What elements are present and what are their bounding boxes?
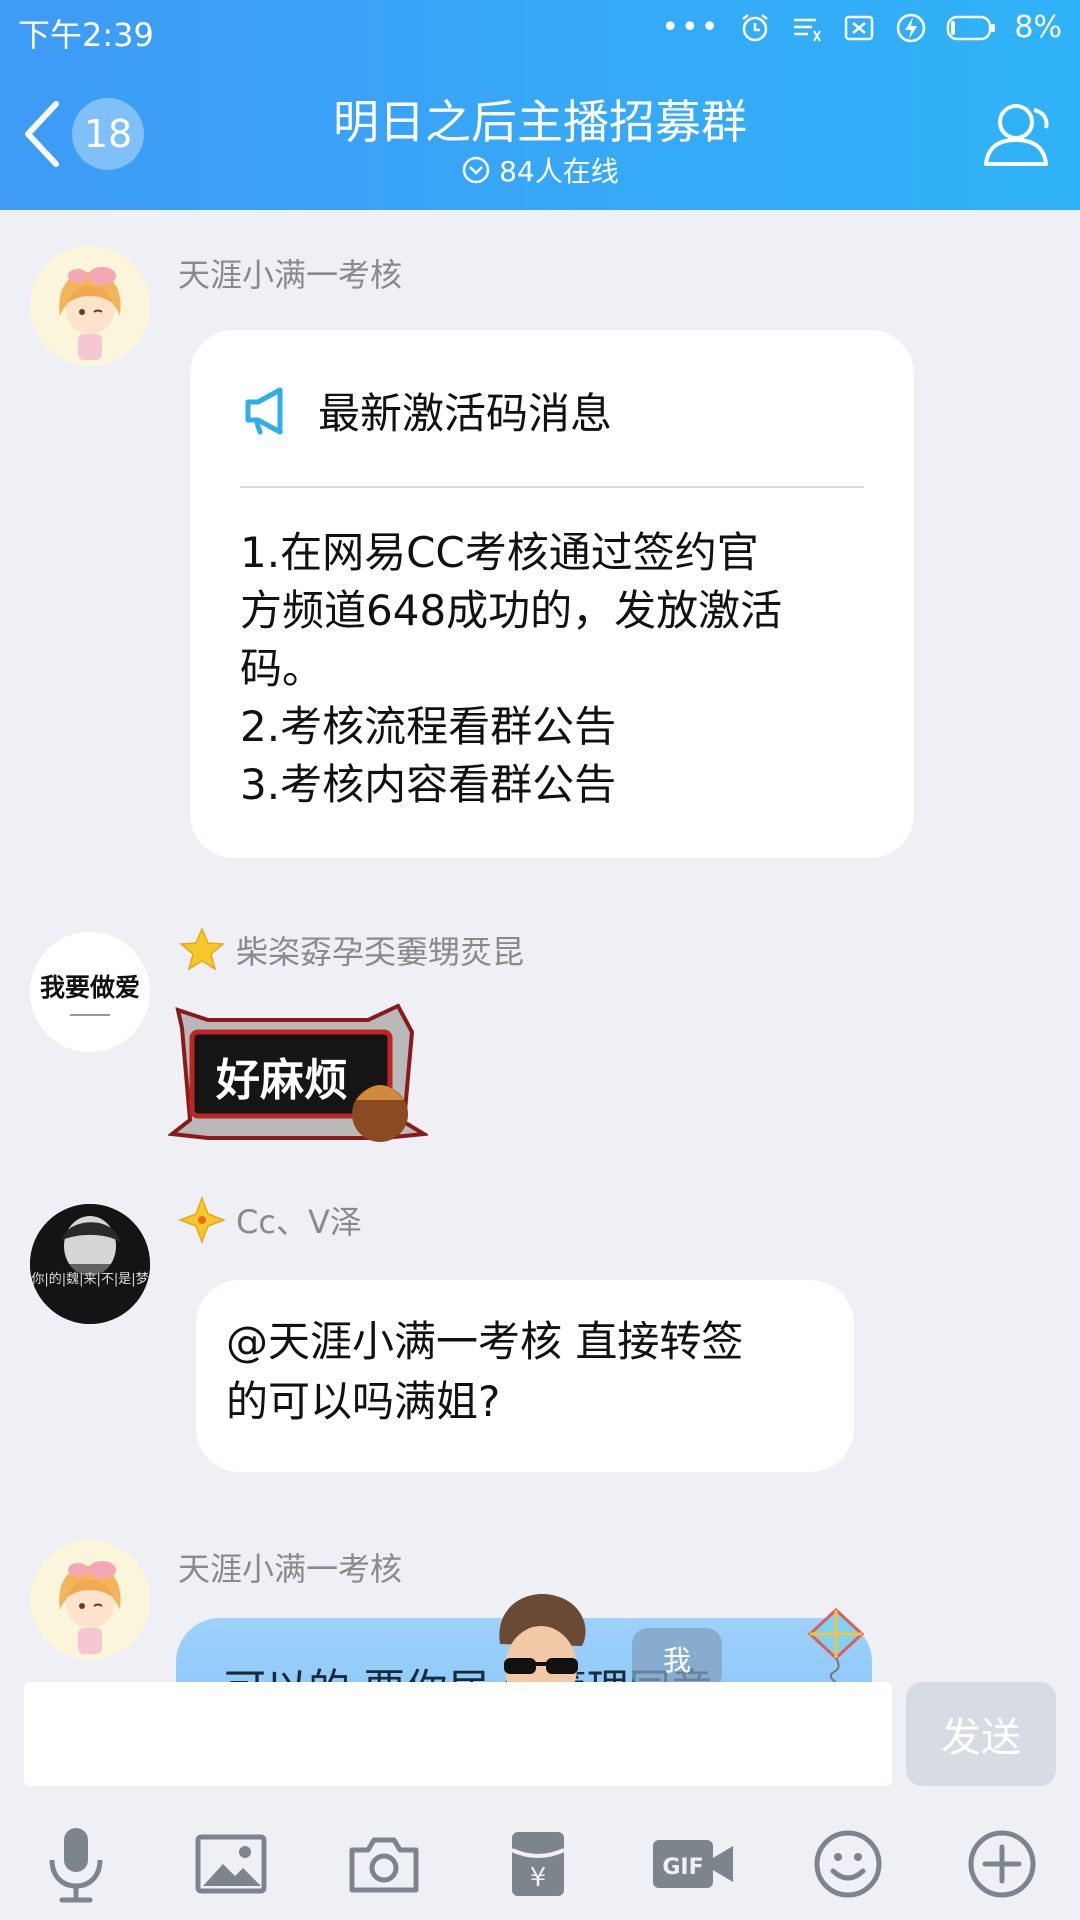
charging-icon: [897, 13, 926, 42]
sender-name-text: 柴栥孬孕奀嫑甥烎昆: [236, 933, 525, 971]
sender-name: 天涯小满一考核: [178, 250, 402, 296]
sender-name: 天涯小满一考核: [178, 1544, 402, 1590]
input-toolbar: ¥ GIF: [0, 1822, 1080, 1912]
online-count: 84人在线: [499, 155, 619, 188]
chat-header: 下午2:39 ••• 8% 18 明日之后主播招募群 84人在线: [0, 0, 1080, 210]
megaphone-icon: [245, 387, 283, 434]
message-input[interactable]: [24, 1682, 892, 1786]
girl-avatar-image: [30, 246, 150, 366]
red-packet-icon: ¥: [511, 1832, 565, 1896]
send-button[interactable]: 发送: [906, 1682, 1056, 1786]
sender-name-text: 天涯小满一考核: [178, 1550, 403, 1588]
avatar-text: 你|的|魏|来|不|是|梦: [31, 1272, 149, 1287]
sim-off-icon: [845, 15, 874, 40]
status-time: 下午2:39: [18, 16, 154, 54]
status-icons: ••• 8%: [661, 10, 1062, 45]
message-text: @天涯小满一考核 直接转签 的可以吗满姐?: [226, 1317, 744, 1426]
avatar[interactable]: 你|的|魏|来|不|是|梦: [30, 1204, 150, 1324]
avatar[interactable]: [30, 1540, 150, 1660]
sticker-image[interactable]: 好麻烦: [166, 990, 431, 1150]
diamond-badge-icon: [178, 1196, 226, 1244]
notice-bubble[interactable]: 最新激活码消息 1.在网易CC考核通过签约官 方频道648成功的，发放激活 码。…: [190, 330, 914, 858]
emoji-icon: [814, 1830, 882, 1898]
chevron-down-icon: [462, 156, 490, 184]
avatar-text: 我要做爱: [39, 973, 140, 1002]
more-button[interactable]: [960, 1822, 1044, 1906]
sender-name-text: 天涯小满一考核: [178, 256, 403, 294]
emoji-button[interactable]: [806, 1822, 890, 1906]
input-area: 发送 ¥ GIF: [0, 1682, 1080, 1920]
star-badge-icon: [179, 927, 225, 971]
red-packet-button[interactable]: ¥: [496, 1822, 580, 1906]
battery-icon: [947, 15, 996, 40]
sender-name-text: Cc、V泽: [236, 1203, 362, 1241]
battery-percent: 8%: [1014, 10, 1062, 45]
sender-name: Cc、V泽: [178, 1196, 362, 1244]
boy-avatar-image: [30, 1204, 150, 1324]
notice-header: 最新激活码消息: [242, 380, 612, 441]
sticker-text: 好麻烦: [216, 1055, 348, 1106]
alarm-icon: [742, 13, 769, 41]
camera-button[interactable]: [342, 1822, 426, 1906]
message-bubble[interactable]: @天涯小满一考核 直接转签 的可以吗满姐?: [196, 1280, 854, 1472]
notice-divider: [240, 486, 864, 488]
avatar[interactable]: 我要做爱: [30, 932, 150, 1052]
photo-button[interactable]: [189, 1822, 273, 1906]
girl-avatar-image: [30, 1540, 150, 1660]
more-notifications-icon: •••: [661, 10, 721, 45]
svg-text:GIF: GIF: [662, 1855, 703, 1880]
gif-button[interactable]: GIF: [648, 1822, 738, 1906]
microphone-icon: [49, 1828, 103, 1903]
voice-button[interactable]: [34, 1822, 118, 1906]
image-icon: [195, 1834, 267, 1894]
me-badge: 我: [632, 1628, 722, 1682]
svg-text:¥: ¥: [530, 1863, 547, 1893]
kite-decoration-icon: [807, 1608, 865, 1682]
group-members-icon[interactable]: [976, 98, 1056, 170]
bubble-decoration-cartoon: [499, 1594, 586, 1682]
sender-name: 柴栥孬孕奀嫑甥烎昆: [178, 926, 524, 974]
plus-icon: [968, 1830, 1036, 1898]
avatar-divider: [70, 1014, 110, 1016]
group-title: 明日之后主播招募群: [333, 95, 747, 149]
notice-title: 最新激活码消息: [318, 389, 613, 438]
data-saver-icon: [794, 18, 822, 42]
avatar[interactable]: [30, 246, 150, 366]
chat-message-list[interactable]: 天涯小满一考核 最新激活码消息 1.在网易CC考核通过签约官 方频道648成功的…: [0, 210, 1080, 1682]
online-status[interactable]: 84人在线: [0, 150, 1080, 190]
gif-icon: GIF: [653, 1840, 733, 1888]
status-bar: 下午2:39 ••• 8%: [0, 0, 1080, 64]
camera-icon: [349, 1837, 419, 1893]
notice-body: 1.在网易CC考核通过签约官 方频道648成功的，发放激活 码。 2.考核流程看…: [240, 528, 783, 809]
